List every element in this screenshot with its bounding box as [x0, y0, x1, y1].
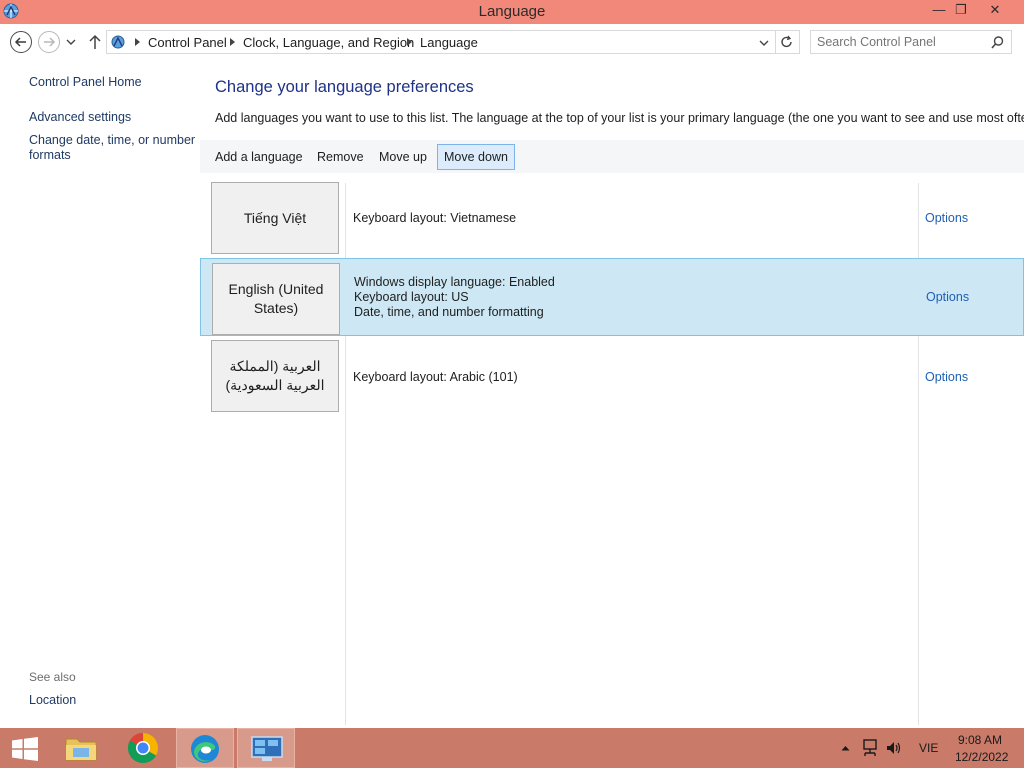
language-tile-vietnamese[interactable]: Tiếng Việt	[211, 182, 339, 254]
recent-locations-chevron-icon[interactable]	[66, 39, 76, 45]
control-panel-taskbar-button[interactable]	[237, 728, 295, 768]
close-button[interactable]: ✕	[980, 0, 1010, 22]
language-toolbar: Add a language Remove Move up Move down	[200, 140, 1024, 173]
address-dropdown-icon[interactable]	[759, 40, 769, 46]
chrome-icon	[127, 733, 159, 764]
language-detail: Keyboard layout: Arabic (101)	[353, 370, 518, 384]
language-list: Tiếng Việt Keyboard layout: Vietnamese O…	[200, 173, 1024, 728]
address-bar[interactable]: Control Panel Clock, Language, and Regio…	[106, 30, 800, 54]
language-row-selected[interactable]: English (United States) Windows display …	[200, 258, 1024, 336]
breadcrumb-separator-icon[interactable]	[230, 38, 235, 46]
breadcrumb-separator-icon[interactable]	[135, 38, 140, 46]
left-pane: Control Panel Home Advanced settings Cha…	[0, 60, 200, 728]
page-title: Change your language preferences	[215, 78, 474, 96]
add-language-button[interactable]: Add a language	[208, 144, 310, 170]
language-detail: Keyboard layout: Vietnamese	[353, 211, 517, 225]
control-panel-icon	[111, 35, 125, 49]
move-down-button[interactable]: Move down	[437, 144, 515, 170]
language-tile-english-us[interactable]: English (United States)	[212, 263, 340, 335]
search-input[interactable]	[815, 33, 985, 51]
language-detail: Keyboard layout: US	[354, 290, 469, 304]
move-up-button[interactable]: Move up	[372, 144, 434, 170]
edge-taskbar-button[interactable]	[176, 728, 234, 768]
breadcrumb-separator-icon[interactable]	[407, 38, 412, 46]
title-bar: Language — ❐ ✕	[0, 0, 1024, 24]
forward-button[interactable]	[38, 31, 60, 53]
page-description: Add languages you want to use to this li…	[215, 111, 1024, 125]
forward-arrow-icon	[44, 37, 56, 47]
clock-date[interactable]: 12/2/2022	[955, 750, 1008, 764]
control-panel-icon	[251, 736, 283, 761]
clock-time[interactable]: 9:08 AM	[958, 733, 1002, 747]
back-arrow-icon	[14, 37, 26, 47]
taskbar: VIE 9:08 AM 12/2/2022	[0, 728, 1024, 768]
breadcrumb-control-panel[interactable]: Control Panel	[148, 35, 227, 50]
search-box[interactable]	[810, 30, 1012, 54]
language-row[interactable]: Tiếng Việt Keyboard layout: Vietnamese O…	[200, 178, 1024, 256]
language-detail: Date, time, and number formatting	[354, 305, 544, 319]
window-title: Language	[478, 3, 546, 20]
navigation-bar: Control Panel Clock, Language, and Regio…	[0, 24, 1024, 60]
search-icon[interactable]	[991, 36, 1004, 49]
folder-icon	[65, 738, 97, 761]
options-link[interactable]: Options	[925, 211, 968, 225]
change-date-time-formats-link[interactable]: Change date, time, or number formats	[29, 133, 197, 163]
up-arrow-icon[interactable]	[88, 34, 102, 50]
options-link[interactable]: Options	[926, 290, 969, 304]
refresh-icon[interactable]	[780, 35, 794, 49]
location-link[interactable]: Location	[29, 693, 197, 708]
show-hidden-icons-icon[interactable]	[841, 745, 850, 751]
chrome-taskbar-button[interactable]	[114, 728, 172, 768]
language-tile-arabic-saudi[interactable]: العربية (المملكة العربية السعودية)	[211, 340, 339, 412]
breadcrumb-language[interactable]: Language	[420, 35, 478, 50]
see-also-label: See also	[29, 670, 76, 684]
windows-logo-icon	[12, 737, 38, 761]
back-button[interactable]	[10, 31, 32, 53]
language-row[interactable]: العربية (المملكة العربية السعودية) Keybo…	[200, 336, 1024, 414]
edge-icon	[191, 735, 219, 763]
breadcrumb-clock-language-region[interactable]: Clock, Language, and Region	[243, 35, 414, 50]
advanced-settings-link[interactable]: Advanced settings	[29, 110, 197, 125]
file-explorer-taskbar-button[interactable]	[54, 728, 112, 768]
volume-icon[interactable]	[886, 740, 902, 756]
start-button[interactable]	[0, 728, 58, 768]
language-detail: Windows display language: Enabled	[354, 275, 555, 289]
restore-button[interactable]: ❐	[946, 0, 976, 22]
input-language-indicator[interactable]: VIE	[919, 741, 938, 755]
control-panel-home-link[interactable]: Control Panel Home	[29, 75, 197, 90]
remove-button[interactable]: Remove	[310, 144, 371, 170]
network-icon[interactable]	[862, 739, 878, 757]
options-link[interactable]: Options	[925, 370, 968, 384]
